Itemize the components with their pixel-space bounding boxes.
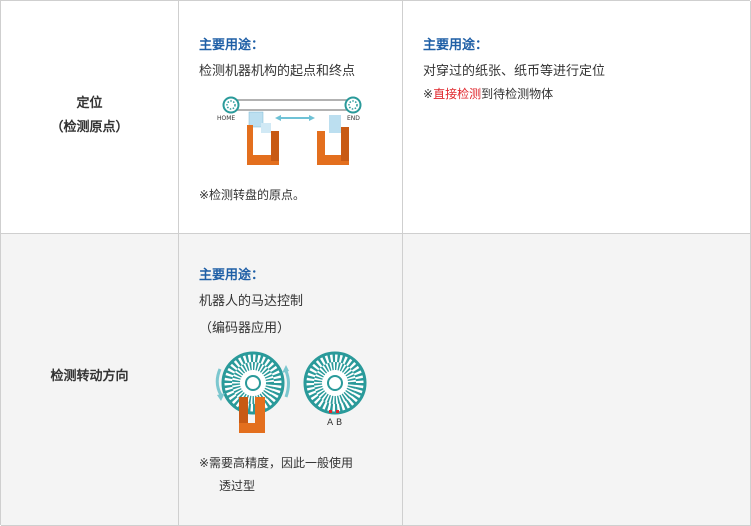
application-table: 定位 （检测原点） 主要用途： 检测机器机构的起点和终点 HOME END ※检…	[0, 0, 751, 526]
use-description: 检测机器机构的起点和终点	[199, 64, 356, 79]
cell-note: ※检测转盘的原点。	[199, 188, 306, 202]
use-title: 主要用途：	[199, 268, 265, 283]
cell-positioning-origin: 主要用途： 检测机器机构的起点和终点 HOME END ※检测转盘的原点。	[179, 1, 403, 234]
encoder-disk-right-icon	[303, 351, 367, 415]
left-sensor-icon	[247, 123, 279, 165]
use-title: 主要用途：	[423, 38, 489, 53]
note-prefix: ※	[423, 87, 434, 101]
right-pulley-icon	[344, 96, 362, 114]
encoder-diagram: A B	[215, 351, 367, 433]
cell-note-line2: 透过型	[219, 479, 256, 493]
right-sensor-icon	[317, 115, 349, 165]
home-end-diagram: HOME END	[217, 96, 362, 165]
row-header-line1: 定位	[76, 96, 103, 111]
row-header: 检测转动方向	[50, 369, 129, 384]
cell-rotation-encoder: 主要用途： 机器人的马达控制 （编码器应用） A B ※需要高精度，因此一般使用…	[179, 234, 403, 526]
note-highlight: 直接检测	[433, 87, 482, 101]
use-description-line2: （编码器应用）	[199, 321, 291, 336]
left-pulley-icon	[222, 96, 240, 114]
ab-label: A B	[327, 418, 342, 428]
end-label: END	[347, 115, 360, 122]
row-header-positioning: 定位 （检测原点）	[1, 1, 179, 234]
use-description-line1: 机器人的马达控制	[199, 294, 304, 309]
use-title: 主要用途：	[199, 38, 265, 53]
row-header-line2: （检测原点）	[50, 120, 129, 135]
row-header-rotation: 检测转动方向	[1, 234, 179, 526]
cell-rotation-empty	[403, 234, 751, 526]
note-suffix: 到待检测物体	[481, 87, 554, 101]
cell-positioning-direct: 主要用途： 对穿过的纸张、纸币等进行定位 ※直接检测到待检测物体	[403, 1, 751, 234]
cell-note: ※直接检测到待检测物体	[423, 85, 553, 102]
use-description: 对穿过的纸张、纸币等进行定位	[423, 64, 606, 79]
cell-note-line1: ※需要高精度，因此一般使用	[199, 456, 354, 470]
encoder-disk-left-icon	[221, 351, 285, 415]
home-label: HOME	[217, 115, 235, 122]
